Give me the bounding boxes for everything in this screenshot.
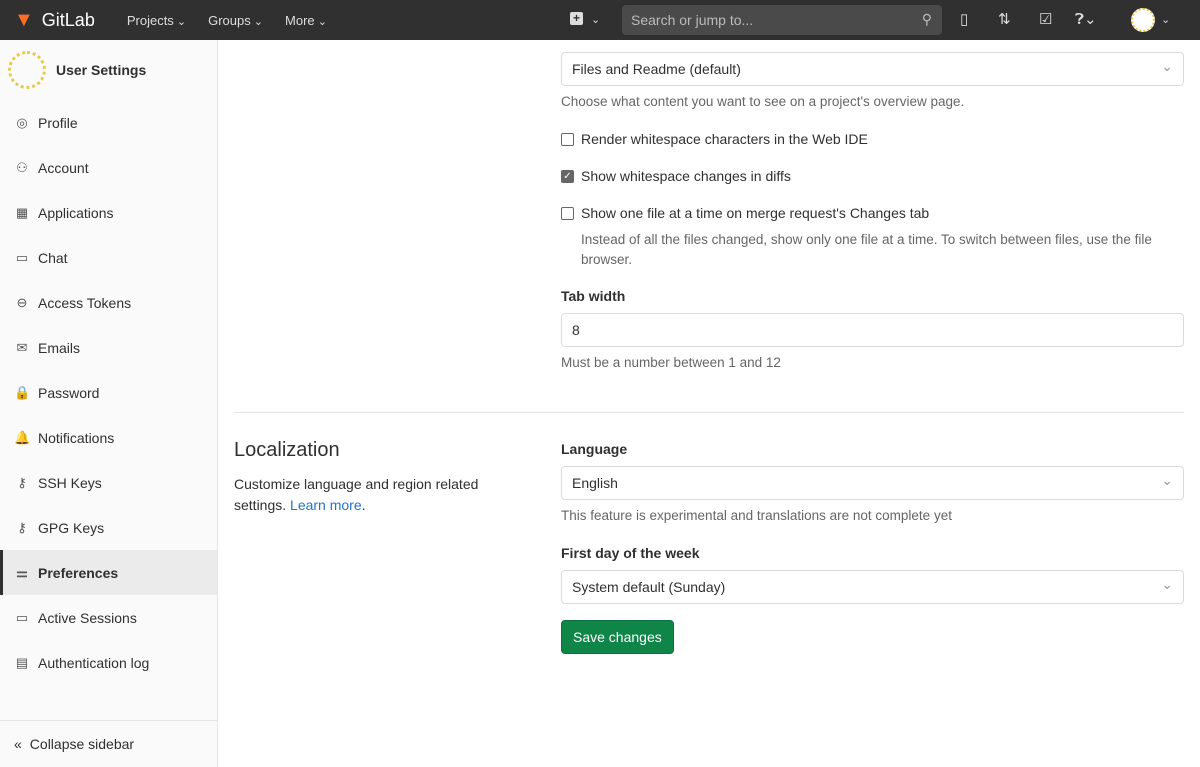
todo-icon[interactable]: ☑ [1039, 10, 1052, 28]
sidebar-item-applications[interactable]: ▦ Applications [0, 190, 217, 235]
sidebar-item-emails[interactable]: ✉ Emails [0, 325, 217, 370]
search-icon: ⚲ [921, 11, 932, 27]
chevron-down-icon[interactable]: ⌄ [591, 13, 600, 26]
double-chevron-left-icon: « [14, 736, 22, 752]
first-day-select[interactable]: System default (Sunday) [561, 570, 1184, 604]
divider [234, 412, 1184, 413]
log-icon: ▤ [15, 654, 29, 670]
nav-more[interactable]: More [285, 13, 327, 28]
sidebar-item-gpg-keys[interactable]: ⚷ GPG Keys [0, 505, 217, 550]
gitlab-logo[interactable]: ▼ GitLab [14, 9, 95, 32]
sidebar-item-profile[interactable]: ◎ Profile [0, 100, 217, 145]
lock-icon: 🔒 [14, 384, 31, 400]
chat-icon: ▭ [15, 249, 29, 265]
merge-requests-icon[interactable]: ⇅ [998, 10, 1011, 28]
sidebar: User Settings ◎ Profile ⚇ Account ▦ Applicati… [0, 40, 218, 767]
learn-more-link[interactable]: Learn more [290, 497, 362, 513]
sidebar-item-preferences[interactable]: ⚌ Preferences [0, 550, 217, 595]
top-navbar: ▼GitLab Projects Groups More + ⌄ Search … [0, 0, 1200, 40]
project-overview-select[interactable]: Files and Readme (default) [561, 52, 1184, 86]
sidebar-item-password[interactable]: 🔒 Password [0, 370, 217, 415]
token-icon: ⊖ [16, 294, 28, 310]
sidebar-item-active-sessions[interactable]: ▭ Active Sessions [0, 595, 217, 640]
tab-width-input[interactable]: 8 [561, 313, 1184, 347]
nav-groups[interactable]: Groups [208, 13, 263, 28]
sidebar-item-chat[interactable]: ▭ Chat [0, 235, 217, 280]
avatar[interactable] [1131, 8, 1155, 32]
language-select[interactable]: English [561, 466, 1184, 500]
applications-icon: ▦ [15, 204, 29, 220]
save-changes-button[interactable]: Save changes [561, 620, 674, 654]
one-file-checkbox[interactable]: Show one file at a time on merge request… [561, 205, 1184, 221]
bell-icon: 🔔 [14, 429, 31, 445]
whitespace-diffs-checkbox[interactable]: ✓ Show whitespace changes in diffs [561, 168, 1184, 184]
sidebar-item-notifications[interactable]: 🔔 Notifications [0, 415, 217, 460]
nav-projects[interactable]: Projects [127, 13, 186, 28]
new-plus-icon[interactable]: + [570, 12, 583, 25]
sidebar-header[interactable]: User Settings [0, 40, 217, 100]
issues-icon[interactable]: ▯ [960, 10, 968, 28]
whitespace-webide-checkbox[interactable]: Render whitespace characters in the Web … [561, 131, 1184, 147]
section-title: Localization [234, 439, 340, 461]
monitor-icon: ▭ [15, 609, 29, 625]
chevron-down-icon[interactable]: ⌄ [1161, 13, 1170, 26]
sidebar-item-account[interactable]: ⚇ Account [0, 145, 217, 190]
sidebar-item-access-tokens[interactable]: ⊖ Access Tokens [0, 280, 217, 325]
sidebar-item-ssh-keys[interactable]: ⚷ SSH Keys [0, 460, 217, 505]
help-icon[interactable]: ❓︎⌄ [1075, 10, 1097, 28]
mail-icon: ✉ [16, 339, 28, 355]
key-icon: ⚷ [17, 519, 27, 535]
sidebar-item-authentication-log[interactable]: ▤ Authentication log [0, 640, 217, 685]
key-icon: ⚷ [17, 474, 27, 490]
account-icon: ⚇ [16, 159, 28, 175]
search-input[interactable]: Search or jump to... ⚲ [622, 5, 942, 35]
tanuki-icon: ▼ [14, 8, 34, 31]
collapse-sidebar-button[interactable]: «Collapse sidebar [0, 720, 217, 767]
avatar [8, 51, 46, 89]
section-description: Customize language and region related se… [234, 476, 479, 513]
preferences-icon: ⚌ [16, 564, 28, 580]
profile-icon: ◎ [16, 114, 28, 130]
